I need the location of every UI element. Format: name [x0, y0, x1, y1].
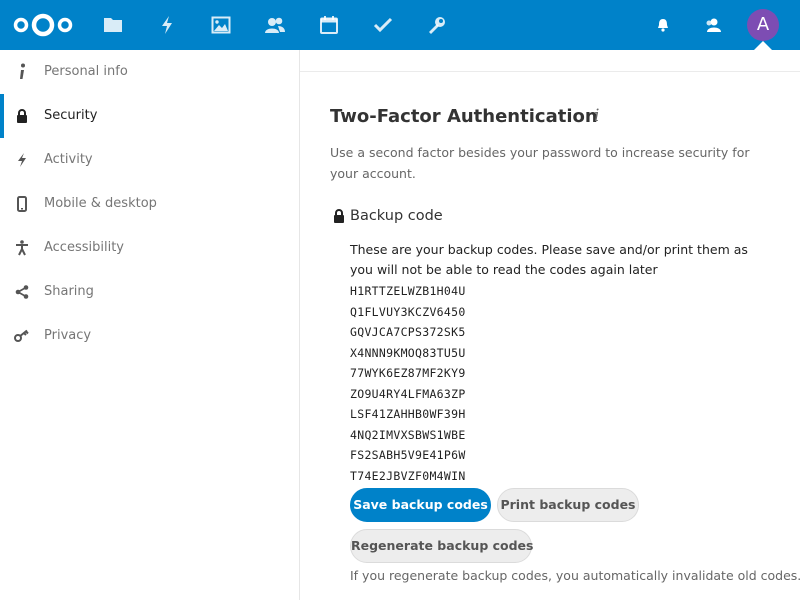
backup-code: GQVJCA7CPS372SK5 [350, 325, 466, 339]
regenerate-backup-codes-button[interactable]: Regenerate backup codes [350, 529, 533, 563]
bell-icon[interactable] [653, 15, 673, 35]
sidebar-item-privacy[interactable]: Privacy [0, 314, 299, 358]
info-icon[interactable]: i [594, 106, 599, 126]
key-icon [13, 326, 31, 346]
sidebar-item-label: Mobile & desktop [44, 196, 157, 211]
backup-code: H1RTTZELWZB1H04U [350, 284, 466, 298]
sidebar-item-label: Accessibility [44, 240, 124, 255]
app-header: A [0, 0, 800, 50]
wrench-icon[interactable] [425, 13, 449, 37]
lock-icon [334, 209, 344, 223]
lock-icon [13, 106, 31, 126]
backup-code-description: These are your backup codes. Please save… [350, 242, 748, 277]
sidebar-item-personal-info[interactable]: Personal info [0, 50, 299, 94]
backup-code: 4NQ2IMVXSBWS1WBE [350, 427, 466, 442]
checkmark-icon[interactable] [371, 13, 395, 37]
sidebar-item-label: Activity [44, 152, 93, 167]
page-title: Two-Factor Authentication [330, 106, 598, 127]
backup-code-heading: Backup code [350, 208, 443, 224]
sidebar-item-sharing[interactable]: Sharing [0, 270, 299, 314]
lightning-icon [13, 150, 31, 170]
share-icon [13, 282, 31, 302]
sidebar-item-activity[interactable]: Activity [0, 138, 299, 182]
print-backup-codes-button[interactable]: Print backup codes [497, 488, 639, 522]
backup-code: FS2SABH5V9E41P6W [350, 448, 466, 462]
backup-code: T74E2JBVZF0M4WIN [350, 468, 466, 483]
sidebar-item-mobile-desktop[interactable]: Mobile & desktop [0, 182, 299, 226]
menu-caret [754, 41, 772, 50]
contacts-icon[interactable] [263, 13, 287, 37]
sidebar-item-security[interactable]: Security [0, 94, 299, 138]
contacts-menu-icon[interactable] [703, 15, 723, 35]
backup-code: 77WYK6EZ87MF2KY9 [350, 366, 466, 380]
sidebar-item-label: Privacy [44, 328, 92, 343]
lightning-icon[interactable] [155, 13, 179, 37]
backup-code: ZO9U4RY4LFMA63ZP [350, 386, 466, 401]
backup-code-list: H1RTTZELWZB1H04U Q1FLVUY3KCZV6450 GQVJCA… [350, 281, 466, 486]
image-icon[interactable] [209, 13, 233, 37]
section-description: Use a second factor besides your passwor… [330, 145, 750, 181]
sidebar-item-label: Security [44, 108, 98, 123]
folder-icon[interactable] [101, 13, 125, 37]
section-divider [300, 71, 800, 72]
calendar-icon[interactable] [317, 13, 341, 37]
avatar[interactable]: A [747, 9, 779, 41]
backup-code: Q1FLVUY3KCZV6450 [350, 304, 466, 319]
nextcloud-logo-icon[interactable] [12, 10, 74, 40]
sidebar-item-label: Personal info [44, 64, 128, 79]
accessibility-icon [13, 238, 31, 258]
backup-code: LSF41ZAHHB0WF39H [350, 407, 466, 421]
regenerate-hint: If you regenerate backup codes, you auto… [350, 568, 800, 583]
settings-sidebar: Personal info Security Activity Mobile &… [0, 50, 300, 600]
sidebar-item-accessibility[interactable]: Accessibility [0, 226, 299, 270]
info-icon [13, 62, 31, 82]
sidebar-item-label: Sharing [44, 284, 94, 299]
backup-code: X4NNN9KMOQ83TU5U [350, 345, 466, 360]
save-backup-codes-button[interactable]: Save backup codes [350, 488, 491, 522]
phone-icon [13, 194, 31, 214]
